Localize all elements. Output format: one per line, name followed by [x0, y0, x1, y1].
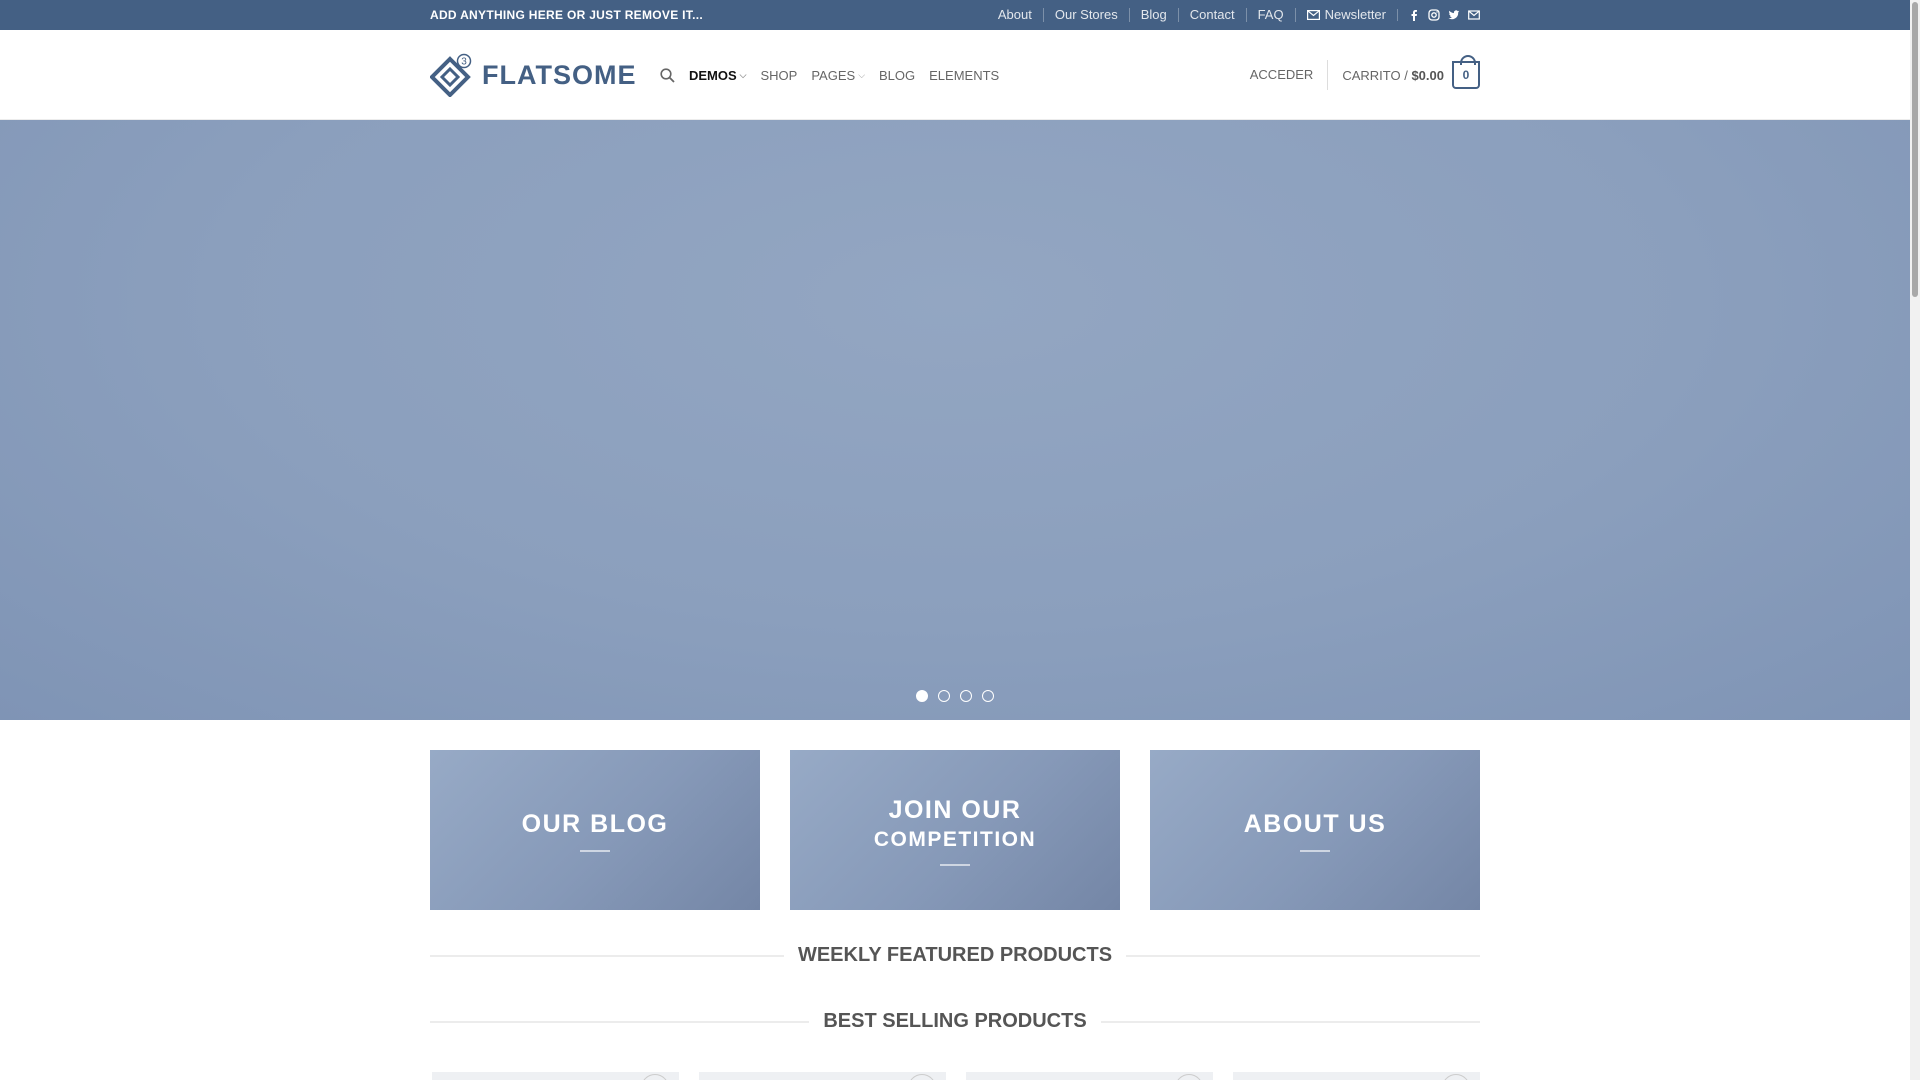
top-bar-inner: ADD ANYTHING HERE OR JUST REMOVE IT... A… — [430, 0, 1480, 30]
instagram-icon[interactable] — [1428, 9, 1440, 21]
search-icon — [660, 67, 675, 83]
nav-label-elements: ELEMENTS — [929, 67, 1000, 83]
top-link-our-stores[interactable]: Our Stores — [1042, 8, 1129, 22]
banner-competition[interactable]: JOIN OUR COMPETITION — [790, 750, 1120, 910]
product-card[interactable] — [699, 1072, 946, 1080]
hero-slider[interactable] — [0, 120, 1910, 720]
promo-text: ADD ANYTHING HERE OR JUST REMOVE IT... — [430, 8, 703, 22]
slider-dots — [0, 690, 1910, 702]
divider — [430, 954, 784, 957]
cart-label: CARRITO / $0.00 — [1342, 68, 1444, 83]
social-icons — [1397, 9, 1480, 21]
bestselling-section-heading: BEST SELLING PRODUCTS — [430, 1010, 1481, 1033]
slider-dot-1[interactable] — [916, 690, 928, 702]
cart-link[interactable]: CARRITO / $0.00 0 — [1328, 55, 1480, 89]
slider-dot-3[interactable] — [960, 690, 972, 702]
login-link[interactable]: ACCEDER — [1250, 60, 1329, 90]
banner-title: OUR BLOG — [521, 809, 669, 838]
banner-divider — [580, 849, 610, 852]
twitter-icon[interactable] — [1448, 9, 1460, 21]
wishlist-heart-icon[interactable] — [1175, 1074, 1203, 1080]
scrollbar-thumb[interactable] — [1912, 2, 1918, 297]
nav-item-pages[interactable]: PAGES ⌵ — [811, 68, 865, 83]
banner-title: ABOUT US — [1243, 809, 1387, 838]
nav-item-demos[interactable]: DEMOS ⌵ — [689, 68, 747, 83]
top-link-contact[interactable]: Contact — [1177, 8, 1246, 22]
divider — [430, 1020, 810, 1023]
top-bar: ADD ANYTHING HERE OR JUST REMOVE IT... A… — [0, 0, 1910, 30]
nav-item-elements[interactable]: ELEMENTS — [929, 68, 999, 83]
product-card[interactable] — [966, 1072, 1213, 1080]
main-header: 3 FLATSOME DEMOS ⌵ SHOP PAGES ⌵ BLOG ELE… — [0, 30, 1910, 120]
banner-subtitle: COMPETITION — [873, 827, 1037, 851]
nav-label-blog: BLOG — [879, 67, 916, 83]
banner-title: JOIN OUR — [888, 795, 1022, 824]
top-bar-links: About Our Stores Blog Contact FAQ Newsle… — [987, 8, 1480, 22]
top-link-about[interactable]: About — [987, 8, 1043, 22]
slider-dot-4[interactable] — [982, 690, 994, 702]
featured-section-heading: WEEKLY FEATURED PRODUCTS — [430, 944, 1481, 967]
chevron-down-icon: ⌵ — [858, 69, 866, 80]
nav-label-demos: DEMOS — [689, 67, 737, 83]
nav-item-shop[interactable]: SHOP — [761, 68, 798, 83]
cart-count-badge: 0 — [1452, 55, 1480, 89]
main-nav: DEMOS ⌵ SHOP PAGES ⌵ BLOG ELEMENTS — [660, 30, 999, 120]
product-grid — [432, 1072, 1480, 1080]
newsletter-link[interactable]: Newsletter — [1294, 7, 1397, 22]
facebook-icon[interactable] — [1408, 9, 1420, 21]
logo-badge: 3 — [461, 57, 467, 68]
cart-total: $0.00 — [1411, 67, 1444, 83]
logo-text: FLATSOME — [482, 59, 637, 90]
header-account-area: ACCEDER CARRITO / $0.00 0 — [1250, 30, 1480, 120]
site-logo[interactable]: 3 FLATSOME — [430, 53, 636, 97]
newsletter-label: Newsletter — [1324, 7, 1386, 22]
slider-dot-2[interactable] — [938, 690, 950, 702]
product-card[interactable] — [1233, 1072, 1480, 1080]
banner-about-us[interactable]: ABOUT US — [1150, 750, 1480, 910]
envelope-icon — [1306, 10, 1320, 20]
banner-divider — [940, 863, 970, 866]
featured-title: WEEKLY FEATURED PRODUCTS — [797, 944, 1113, 966]
page-scrollbar[interactable] — [1910, 0, 1920, 1080]
nav-item-blog[interactable]: BLOG — [879, 68, 915, 83]
divider — [1126, 954, 1481, 957]
wishlist-heart-icon[interactable] — [908, 1074, 936, 1080]
search-button[interactable] — [660, 67, 675, 83]
banner-row: OUR BLOG JOIN OUR COMPETITION ABOUT US — [430, 750, 1480, 910]
cart-text: CARRITO / — [1342, 67, 1408, 83]
banner-divider — [1300, 849, 1330, 852]
chevron-down-icon: ⌵ — [739, 69, 747, 80]
bestselling-title: BEST SELLING PRODUCTS — [823, 1010, 1087, 1032]
banner-our-blog[interactable]: OUR BLOG — [430, 750, 760, 910]
wishlist-heart-icon[interactable] — [641, 1074, 669, 1080]
nav-label-pages: PAGES — [811, 67, 856, 83]
nav-label-shop: SHOP — [760, 67, 798, 83]
flatsome-logo-icon: 3 — [430, 53, 472, 97]
top-link-faq[interactable]: FAQ — [1245, 8, 1295, 22]
email-icon[interactable] — [1468, 9, 1480, 21]
top-link-blog[interactable]: Blog — [1128, 8, 1178, 22]
wishlist-heart-icon[interactable] — [1442, 1074, 1470, 1080]
product-card[interactable] — [432, 1072, 679, 1080]
divider — [1100, 1020, 1481, 1023]
